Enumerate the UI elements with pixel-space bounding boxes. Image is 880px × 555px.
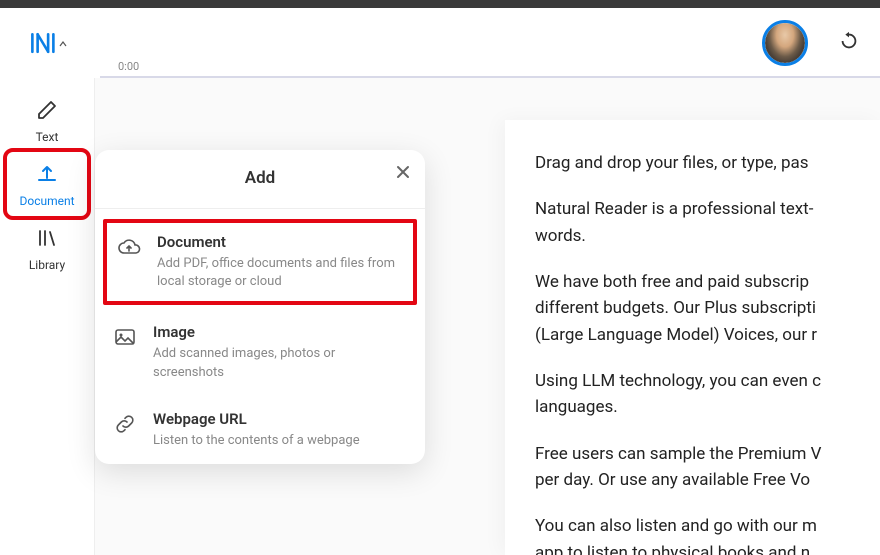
sidebar-item-label: Text xyxy=(36,130,59,144)
sidebar-item-document[interactable]: Document xyxy=(7,152,87,216)
app-logo-button[interactable] xyxy=(0,29,95,57)
edit-icon xyxy=(35,98,59,126)
close-icon xyxy=(395,165,411,184)
popup-option-document[interactable]: Document Add PDF, office documents and f… xyxy=(103,219,417,305)
avatar-image xyxy=(765,23,805,63)
image-icon xyxy=(113,323,139,353)
content-paragraph: We have both free and paid subscrip diff… xyxy=(535,269,880,348)
playback-timeline[interactable]: 0:00 xyxy=(100,60,880,78)
document-content-panel: Drag and drop your files, or type, pas N… xyxy=(505,120,880,555)
popup-title: Add xyxy=(245,168,276,188)
chevron-down-icon xyxy=(58,34,68,53)
time-label: 0:00 xyxy=(118,60,139,73)
popup-option-title: Image xyxy=(153,323,407,341)
cloud-upload-icon xyxy=(117,233,143,263)
undo-button[interactable] xyxy=(838,30,860,56)
library-icon xyxy=(35,226,59,254)
popup-option-desc: Add PDF, office documents and files from… xyxy=(157,255,403,291)
popup-close-button[interactable] xyxy=(395,164,411,184)
sidebar-item-text[interactable]: Text xyxy=(7,88,87,152)
popup-option-title: Webpage URL xyxy=(153,410,407,428)
sidebar-item-library[interactable]: Library xyxy=(7,216,87,280)
popup-option-image[interactable]: Image Add scanned images, photos or scre… xyxy=(95,309,425,395)
popup-option-desc: Add scanned images, photos or screenshot… xyxy=(153,345,407,381)
popup-header: Add xyxy=(95,150,425,209)
popup-option-webpage[interactable]: Webpage URL Listen to the contents of a … xyxy=(95,396,425,464)
content-paragraph: Natural Reader is a professional text- w… xyxy=(535,196,880,249)
upload-icon xyxy=(35,162,59,190)
popup-option-title: Document xyxy=(157,233,403,251)
content-paragraph: Using LLM technology, you can even c lan… xyxy=(535,368,880,421)
add-popup: Add Document Add PDF, office documents a… xyxy=(95,150,425,464)
sidebar: Text Document Library xyxy=(0,78,95,555)
content-paragraph: Drag and drop your files, or type, pas xyxy=(535,150,880,176)
window-top-bar xyxy=(0,0,880,8)
content-paragraph: You can also listen and go with our m ap… xyxy=(535,513,880,555)
logo-icon xyxy=(28,29,56,57)
sidebar-item-label: Library xyxy=(29,258,65,272)
content-paragraph: Free users can sample the Premium V per … xyxy=(535,441,880,494)
link-icon xyxy=(113,410,139,440)
sidebar-item-label: Document xyxy=(19,194,74,208)
popup-option-desc: Listen to the contents of a webpage xyxy=(153,432,407,450)
